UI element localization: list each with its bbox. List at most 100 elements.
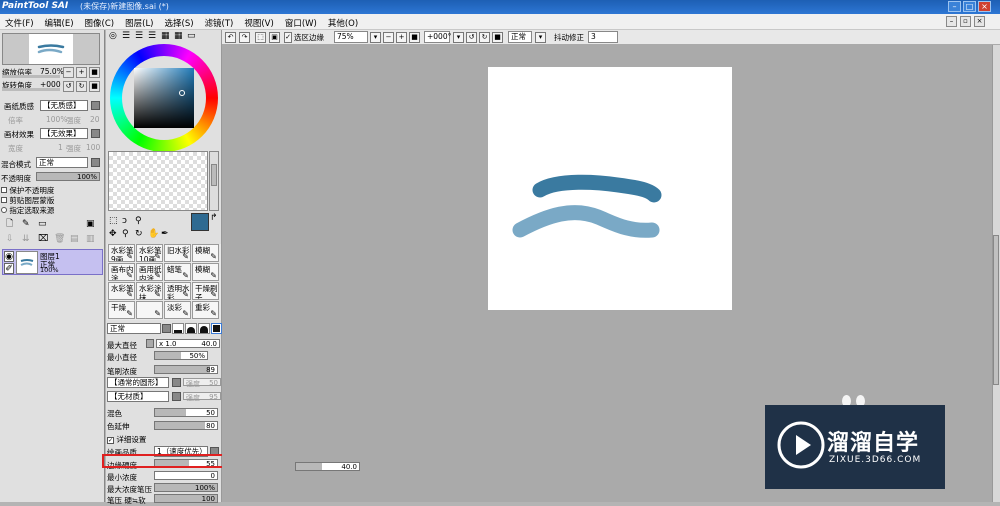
navigator-preview[interactable]: [2, 33, 100, 65]
new-vector-layer-icon[interactable]: ✎: [22, 219, 30, 229]
selection-source-radio[interactable]: [1, 207, 7, 213]
brush-tool-0-0[interactable]: 水彩笔9画 ✎: [108, 244, 135, 262]
protect-alpha-checkbox[interactable]: [1, 187, 7, 193]
toolbar-zoom-out-button[interactable]: −: [383, 32, 394, 43]
brush-tool-0-2[interactable]: 旧水彩 ✎: [164, 244, 191, 262]
mixer-tab-icon[interactable]: ▦: [161, 31, 170, 41]
rotate-reset-button[interactable]: ■: [89, 81, 100, 92]
brush-shape-flat-icon[interactable]: [172, 323, 184, 334]
brush-mode-dropdown-icon[interactable]: [162, 324, 171, 333]
hand-icon[interactable]: ✋: [148, 229, 159, 239]
brush-shape-tall-icon[interactable]: [198, 323, 210, 334]
menu-view[interactable]: 视图(V): [239, 14, 279, 29]
menu-canvas[interactable]: 图像(C): [80, 14, 121, 29]
max-pressure-slider[interactable]: 100%: [154, 483, 218, 492]
toolbar-zoom-in-button[interactable]: +: [396, 32, 407, 43]
clear-layer-icon[interactable]: ⌧: [38, 234, 48, 244]
brush-shape-dropdown-icon[interactable]: [172, 378, 181, 387]
primary-color-swatch[interactable]: [191, 213, 209, 231]
floating-size-bar[interactable]: 40.0: [295, 462, 360, 471]
toolbar-rotate-reset-button[interactable]: ■: [492, 32, 503, 43]
zoom-reset-button[interactable]: ■: [89, 67, 100, 78]
brush-shape-select[interactable]: 【通常的圆形】: [107, 377, 169, 388]
rgb-slider-tab-icon[interactable]: ☰: [122, 31, 130, 41]
toolbar-checkbox[interactable]: ✓: [284, 32, 292, 43]
rect-select-icon[interactable]: ⬚: [109, 216, 118, 226]
brush-shape-square-icon[interactable]: [211, 323, 222, 334]
brush-texture-select[interactable]: 【无材质】: [107, 391, 169, 402]
menu-filter[interactable]: 滤镜(T): [200, 14, 240, 29]
min-size-slider[interactable]: 50%: [154, 351, 208, 360]
zoom-select[interactable]: 75%: [334, 31, 368, 43]
menu-edit[interactable]: 编辑(E): [40, 14, 80, 29]
swap-colors-icon[interactable]: ↱: [210, 213, 218, 223]
rotate-icon[interactable]: ↻: [135, 229, 143, 239]
brush-tool-1-0[interactable]: 画布内涂 ✎: [108, 263, 135, 281]
min-density-slider[interactable]: 0: [154, 471, 218, 480]
blend-mode-select[interactable]: 正常: [36, 157, 88, 168]
clipping-checkbox[interactable]: [1, 197, 7, 203]
rotation-dropdown-button[interactable]: ▾: [453, 32, 464, 43]
paper-effect-dropdown-icon[interactable]: [91, 129, 100, 138]
toolbar-rotate-left-button[interactable]: ↺: [466, 32, 477, 43]
delete-icon[interactable]: 🗑: [54, 234, 65, 244]
paper-texture-select[interactable]: 【无质感】: [40, 100, 88, 111]
color-wheel-tab-icon[interactable]: ◎: [109, 31, 117, 41]
palette-tab-icon[interactable]: ▦: [174, 31, 183, 41]
menu-file[interactable]: 文件(F): [0, 14, 40, 29]
brush-texture-dropdown-icon[interactable]: [172, 392, 181, 401]
detail-settings-row[interactable]: ✓ 详细设置: [107, 434, 146, 445]
canvas-scroll-thumb[interactable]: [993, 235, 999, 385]
scratchpad-tab-icon[interactable]: ▭: [187, 31, 196, 41]
saturation-value-square[interactable]: [134, 68, 194, 128]
minimize-button[interactable]: –: [948, 1, 961, 12]
brush-mode-select[interactable]: 正常: [107, 323, 161, 334]
zoom-slider[interactable]: [2, 75, 60, 78]
brush-tool-3-0[interactable]: 干燥 ✎: [108, 301, 135, 319]
stabilizer-select[interactable]: 3: [588, 31, 618, 43]
hsv-slider-tab-icon[interactable]: ☰: [135, 31, 143, 41]
shape-strength-slider[interactable]: 强度 50: [183, 378, 221, 388]
canvas-blend-dropdown-button[interactable]: ▾: [535, 32, 546, 43]
undo-button[interactable]: ↶: [225, 32, 236, 43]
brush-tool-1-2[interactable]: 蜡笔 ✎: [164, 263, 191, 281]
mdi-minimize-button[interactable]: –: [946, 16, 957, 27]
magic-wand-icon[interactable]: ⚲: [135, 216, 142, 226]
brush-tool-3-3[interactable]: 重彩 ✎: [192, 301, 219, 319]
brush-tool-0-3[interactable]: 模糊 ✎: [192, 244, 219, 262]
opacity-slider[interactable]: 100%: [36, 172, 100, 181]
brush-tool-3-1[interactable]: ✎: [136, 301, 163, 319]
brush-tool-0-1[interactable]: 水彩笔10画 ✎: [136, 244, 163, 262]
rotate-right-button[interactable]: ↻: [76, 81, 87, 92]
blend-mode-dropdown-icon[interactable]: [91, 158, 100, 167]
rotation-select[interactable]: +000°: [424, 31, 451, 43]
new-layer-icon[interactable]: 🗋: [6, 219, 13, 229]
brush-tool-2-2[interactable]: 透明水彩 ✎: [164, 282, 191, 300]
zoom-icon[interactable]: ⚲: [122, 229, 129, 239]
mdi-restore-button[interactable]: ▫: [960, 16, 971, 27]
paper-effect-select[interactable]: 【无效果】: [40, 128, 88, 139]
brush-tool-1-3[interactable]: 模糊 ✎: [192, 263, 219, 281]
canvas-blend-select[interactable]: 正常: [508, 31, 532, 43]
palette-scrollbar[interactable]: [209, 151, 219, 211]
transfer-down-icon[interactable]: ⇩: [6, 234, 14, 244]
detail-settings-checkbox[interactable]: ✓: [107, 437, 114, 444]
layer-item[interactable]: ◉ ✐ 图层1 正常 100%: [2, 249, 103, 275]
redo-button[interactable]: ↷: [239, 32, 250, 43]
zoom-in-button[interactable]: +: [76, 67, 87, 78]
zoom-dropdown-button[interactable]: ▾: [370, 32, 381, 43]
eye-icon[interactable]: ◉: [4, 251, 14, 262]
rotate-slider[interactable]: [2, 88, 60, 91]
brush-tool-2-1[interactable]: 水彩涂抹 ✎: [136, 282, 163, 300]
density-slider[interactable]: 89: [154, 365, 218, 374]
delete-layer-icon[interactable]: ▣: [86, 219, 95, 229]
color-palette-grid[interactable]: [108, 151, 208, 211]
texture-strength-slider[interactable]: 强度 95: [183, 392, 221, 402]
maximize-button[interactable]: □: [963, 1, 976, 12]
lock-icon[interactable]: ▤: [70, 234, 79, 244]
menu-select[interactable]: 选择(S): [160, 14, 200, 29]
merge-down-icon[interactable]: ⇊: [22, 234, 30, 244]
zoom-out-button[interactable]: −: [63, 67, 74, 78]
brush-tool-1-1[interactable]: 画用纸内涂 ✎: [136, 263, 163, 281]
apply-mask-icon[interactable]: ▥: [86, 234, 95, 244]
